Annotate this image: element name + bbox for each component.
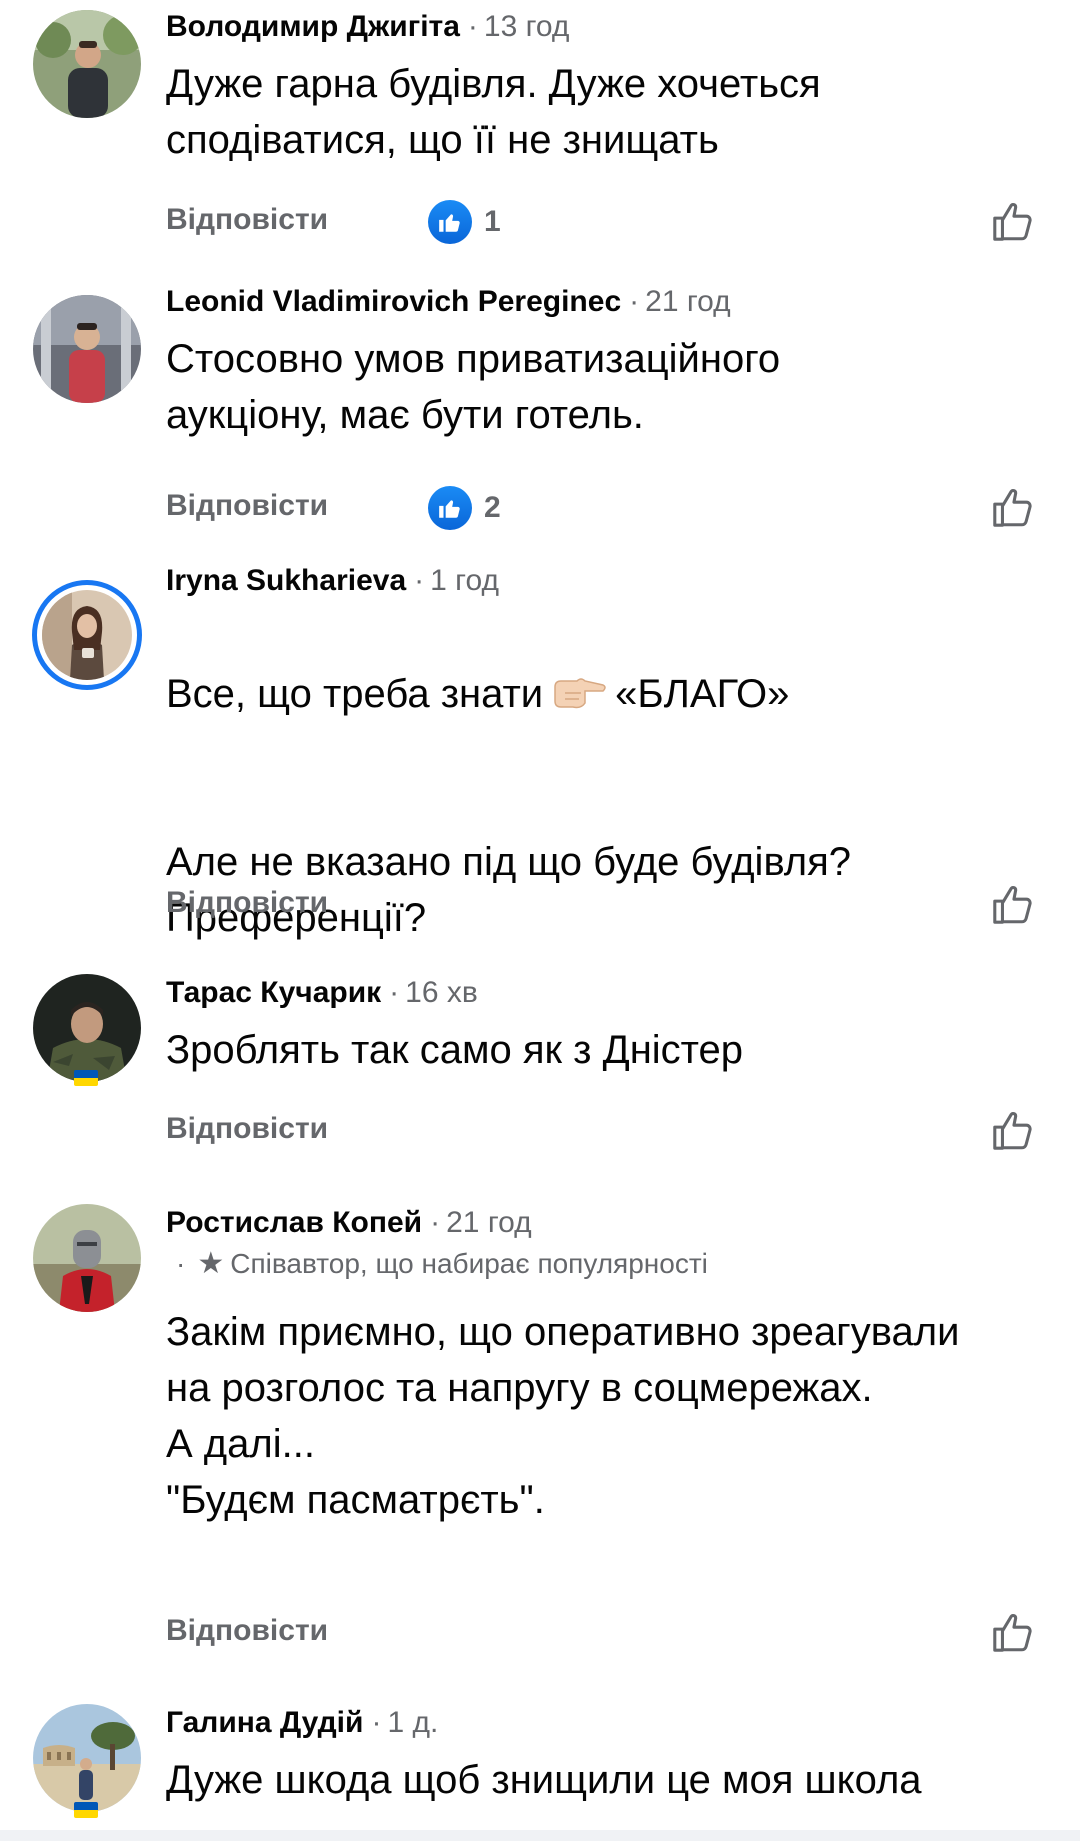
reaction-summary[interactable]: 2	[428, 486, 501, 530]
avatar	[42, 590, 132, 680]
author-name[interactable]: Володимир Джигіта	[166, 10, 460, 43]
comment-body: Галина Дудій · 1 д. Дуже шкода щоб знищили…	[166, 1704, 1040, 1808]
thumbs-up-filled-icon	[428, 486, 472, 530]
comment-text: Стосовно умов приватизаційного аукціону,…	[166, 337, 781, 437]
timestamp[interactable]: 1 год	[430, 564, 499, 597]
avatar[interactable]	[33, 1204, 141, 1312]
author-name[interactable]: Тарас Кучарик	[166, 976, 381, 1009]
contributor-badge[interactable]: · ★ Співавтор, що набирає популярності	[166, 1246, 1040, 1282]
thumbs-up-outline-icon[interactable]	[990, 1107, 1036, 1153]
ukraine-flag-icon	[74, 1802, 98, 1818]
comment-body: Володимир Джигіта · 13 год Дуже гарна буді…	[166, 8, 1040, 168]
comment-body: Leonid Vladimirovich Pereginec · 21 год Ст…	[166, 283, 1040, 443]
avatar-photo	[33, 1204, 141, 1312]
author-name[interactable]: Галина Дудій	[166, 1706, 363, 1739]
comment-header: Ростислав Копей · 21 год	[166, 1204, 1040, 1242]
avatar-photo	[33, 1704, 141, 1812]
separator-dot: ·	[371, 1706, 382, 1739]
comment-text: Закім приємно, що оперативно зреагували …	[166, 1310, 960, 1522]
avatar-photo	[42, 590, 132, 680]
avatar-photo	[33, 974, 141, 1082]
avatar[interactable]	[33, 974, 141, 1082]
author-name[interactable]: Iryna Sukharieva	[166, 564, 406, 597]
badge-label: Співавтор, що набирає популярності	[230, 1248, 708, 1279]
avatar-photo	[33, 295, 141, 403]
avatar[interactable]	[33, 295, 141, 403]
thumbs-up-outline-icon[interactable]	[990, 881, 1036, 927]
timestamp[interactable]: 16 хв	[405, 976, 478, 1009]
timestamp[interactable]: 13 год	[484, 10, 570, 43]
separator-dot: ·	[389, 976, 400, 1009]
author-name[interactable]: Ростислав Копей	[166, 1206, 422, 1239]
timestamp[interactable]: 1 д.	[387, 1706, 438, 1739]
timestamp[interactable]: 21 год	[645, 285, 731, 318]
thumbs-up-filled-icon	[428, 200, 472, 244]
avatar-story-ring[interactable]	[32, 580, 142, 690]
timestamp[interactable]: 21 год	[446, 1206, 532, 1239]
comment-body: Ростислав Копей · 21 год · ★ Співавтор, що н…	[166, 1204, 1040, 1528]
separator-dot: ·	[467, 10, 478, 43]
reaction-summary[interactable]: 1	[428, 200, 501, 244]
star-icon: ★	[197, 1247, 225, 1280]
thumbs-up-outline-icon[interactable]	[990, 484, 1036, 530]
thumbs-up-outline-icon[interactable]	[990, 198, 1036, 244]
reply-button[interactable]: Відповісти	[166, 489, 328, 523]
thumbs-up-outline-icon[interactable]	[990, 1609, 1036, 1655]
separator-dot: ·	[629, 285, 640, 318]
separator-dot: ·	[414, 564, 425, 597]
ukraine-flag-icon	[74, 1070, 98, 1086]
separator-dot: ·	[176, 1248, 186, 1279]
comment-text: Дуже гарна будівля. Дуже хочеться сподів…	[166, 62, 821, 162]
comment-header: Галина Дудій · 1 д.	[166, 1704, 1040, 1742]
reply-button[interactable]: Відповісти	[166, 1112, 328, 1146]
avatar-photo	[33, 10, 141, 118]
comment-text: Дуже шкода щоб знищили це моя школа	[166, 1758, 922, 1802]
comment-header: Iryna Sukharieva · 1 год	[166, 562, 1040, 600]
reaction-count: 1	[484, 205, 501, 238]
reaction-count: 2	[484, 491, 501, 524]
avatar[interactable]	[33, 10, 141, 118]
reply-button[interactable]: Відповісти	[166, 886, 328, 920]
backhand-index-pointing-right-emoji	[551, 670, 607, 709]
comment-text-part: Все, що треба знати	[166, 672, 544, 716]
author-name[interactable]: Leonid Vladimirovich Pereginec	[166, 285, 621, 318]
comment-header: Володимир Джигіта · 13 год	[166, 8, 1040, 46]
comment-text: Зроблять так само як з Дністер	[166, 1028, 744, 1072]
reply-button[interactable]: Відповісти	[166, 203, 328, 237]
comment-text-part: «БЛАГО»	[615, 672, 790, 716]
separator-dot: ·	[430, 1206, 441, 1239]
bottom-divider	[0, 1830, 1080, 1841]
comment-header: Тарас Кучарик · 16 хв	[166, 974, 1040, 1012]
avatar[interactable]	[33, 1704, 141, 1812]
reply-button[interactable]: Відповісти	[166, 1614, 328, 1648]
comment-body: Тарас Кучарик · 16 хв Зроблять так само як…	[166, 974, 1040, 1078]
comment-header: Leonid Vladimirovich Pereginec · 21 год	[166, 283, 1040, 321]
